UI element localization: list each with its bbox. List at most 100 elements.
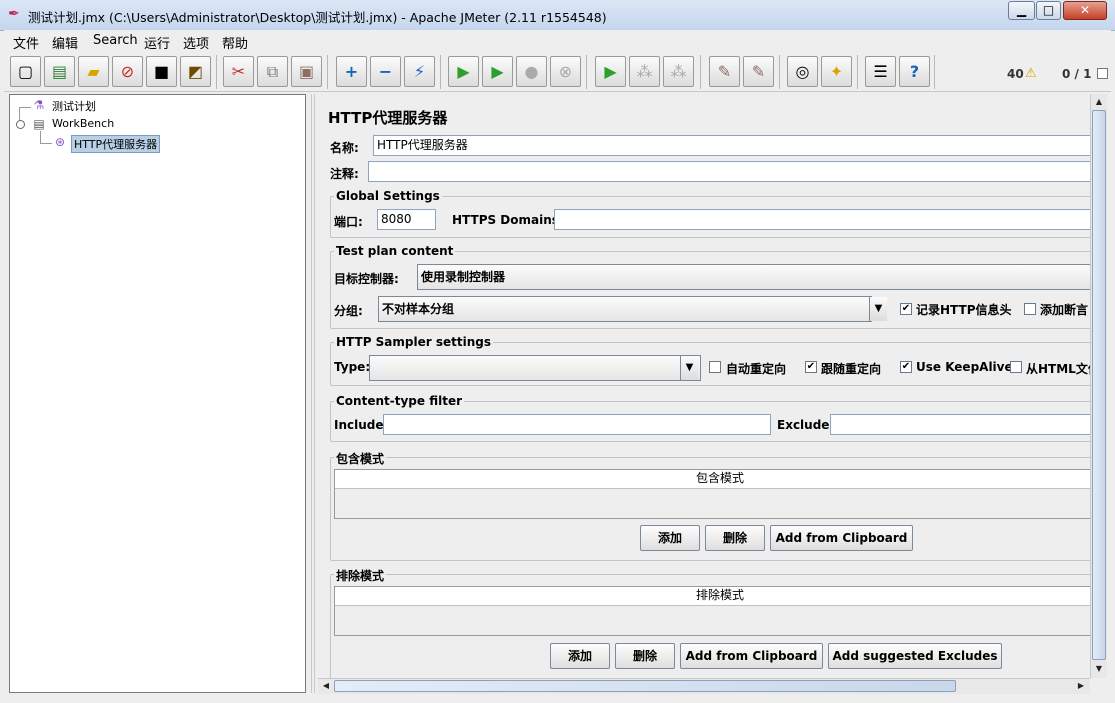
chevron-down-icon[interactable]: ▼ <box>869 297 887 321</box>
page-title: HTTP代理服务器 <box>328 109 448 127</box>
remote-stop-icon[interactable]: ⁂ <box>629 56 660 87</box>
menu-edit[interactable]: 编辑 <box>52 33 78 52</box>
menu-bar: 文件 编辑 Search 运行 选项 帮助 <box>4 30 1111 52</box>
port-field[interactable]: 8080 <box>377 209 436 230</box>
content-type-filter-title: Content-type filter <box>334 394 464 408</box>
include-patterns-table[interactable]: 包含模式 <box>334 469 1090 519</box>
open-icon[interactable]: ▰ <box>78 56 109 87</box>
tree-item-workbench[interactable]: WorkBench <box>52 117 114 130</box>
https-domains-label: HTTPS Domains : <box>452 213 568 227</box>
warning-count[interactable]: 40 <box>1007 67 1024 81</box>
scroll-left-icon[interactable]: ◀ <box>319 679 333 693</box>
keepalive-label: Use KeepAlive <box>916 360 1013 374</box>
follow-redirects-checkbox[interactable]: ✔ <box>805 361 817 373</box>
copy-icon[interactable]: ⧉ <box>257 56 288 87</box>
toolbar-separator <box>700 55 701 89</box>
toolbar-separator <box>779 55 780 89</box>
shutdown-icon[interactable]: ⊗ <box>550 56 581 87</box>
paste-icon[interactable]: ▣ <box>291 56 322 87</box>
include-clipboard-button[interactable]: Add from Clipboard <box>770 525 913 551</box>
templates-icon[interactable]: ▤ <box>44 56 75 87</box>
name-field[interactable]: HTTP代理服务器 <box>373 135 1090 156</box>
from-html-checkbox[interactable] <box>1010 361 1022 373</box>
scroll-up-icon[interactable]: ▲ <box>1092 95 1106 109</box>
comment-field[interactable] <box>368 161 1090 182</box>
cut-icon[interactable]: ✂ <box>223 56 254 87</box>
exclude-add-button[interactable]: 添加 <box>550 643 610 669</box>
scroll-down-icon[interactable]: ▼ <box>1092 662 1106 676</box>
horizontal-scroll-thumb[interactable] <box>334 680 956 692</box>
tree-toggle[interactable] <box>16 120 25 129</box>
tree-item-proxy-server[interactable]: HTTP代理服务器 <box>71 135 161 153</box>
search-icon[interactable]: ◎ <box>787 56 818 87</box>
toolbar-separator <box>586 55 587 89</box>
tree-item-test-plan[interactable]: 测试计划 <box>52 98 96 114</box>
target-controller-label: 目标控制器: <box>334 272 399 286</box>
expand-icon[interactable]: + <box>336 56 367 87</box>
exclude-patterns-column[interactable]: 排除模式 <box>335 587 1090 606</box>
vertical-scrollbar[interactable]: ▲ ▼ <box>1090 94 1107 678</box>
reset-search-icon[interactable]: ✦ <box>821 56 852 87</box>
toolbar-separator <box>327 55 328 89</box>
chevron-down-icon[interactable]: ▼ <box>680 356 698 380</box>
include-patterns-column[interactable]: 包含模式 <box>335 470 1090 489</box>
remote-shutdown-icon[interactable]: ⁂ <box>663 56 694 87</box>
target-controller-select[interactable]: 使用录制控制器 <box>417 264 1090 290</box>
add-assertions-label: 添加断言 <box>1040 303 1089 317</box>
horizontal-scrollbar[interactable]: ◀ ▶ <box>318 678 1090 694</box>
scroll-right-icon[interactable]: ▶ <box>1074 679 1088 693</box>
remote-start-icon[interactable]: ▶ <box>595 56 626 87</box>
include-field[interactable] <box>383 414 771 435</box>
maximize-button[interactable]: □ <box>1036 1 1061 20</box>
proxy-settings-panel: HTTP代理服务器 名称: HTTP代理服务器 注释: Global Setti… <box>318 94 1090 678</box>
toolbar-separator <box>216 55 217 89</box>
minimize-button[interactable]: ▁ <box>1008 1 1035 20</box>
toolbar-separator <box>857 55 858 89</box>
exclude-field[interactable] <box>830 414 1090 435</box>
include-add-button[interactable]: 添加 <box>640 525 700 551</box>
record-headers-label: 记录HTTP信息头 <box>916 303 1012 317</box>
menu-search[interactable]: Search <box>93 33 138 48</box>
exclude-patterns-table[interactable]: 排除模式 <box>334 586 1090 636</box>
help-icon[interactable]: ? <box>899 56 930 87</box>
menu-help[interactable]: 帮助 <box>222 33 248 52</box>
exclude-delete-button[interactable]: 删除 <box>615 643 675 669</box>
close-button[interactable]: ✕ <box>1063 1 1107 20</box>
include-delete-button[interactable]: 删除 <box>705 525 765 551</box>
start-no-pause-icon[interactable]: ▶ <box>482 56 513 87</box>
status-indicator <box>1097 68 1108 79</box>
close-file-icon[interactable]: ⊘ <box>112 56 143 87</box>
save-as-image-icon[interactable]: ◩ <box>180 56 211 87</box>
splitter[interactable] <box>310 94 316 693</box>
warning-icon[interactable]: ⚠ <box>1025 66 1037 81</box>
vertical-scroll-thumb[interactable] <box>1092 110 1106 660</box>
menu-options[interactable]: 选项 <box>183 33 209 52</box>
record-headers-checkbox[interactable]: ✔ <box>900 303 912 315</box>
clear-icon[interactable]: ✎ <box>709 56 740 87</box>
follow-redirects-label: 跟随重定向 <box>821 362 882 376</box>
collapse-icon[interactable]: − <box>370 56 401 87</box>
port-label: 端口: <box>334 215 363 229</box>
https-domains-field[interactable] <box>554 209 1090 230</box>
exclude-clipboard-button[interactable]: Add from Clipboard <box>680 643 823 669</box>
test-tree[interactable]: ⚗ 测试计划 ▤ WorkBench ⊛ HTTP代理服务器 <box>9 94 306 693</box>
tree-line <box>19 107 31 108</box>
auto-redirect-checkbox[interactable] <box>709 361 721 373</box>
toggle-icon[interactable]: ⚡ <box>404 56 435 87</box>
add-suggested-excludes-button[interactable]: Add suggested Excludes <box>828 643 1002 669</box>
clear-all-icon[interactable]: ✎ <box>743 56 774 87</box>
workbench-icon: ▤ <box>33 117 45 131</box>
menu-file[interactable]: 文件 <box>13 33 39 52</box>
add-assertions-checkbox[interactable] <box>1024 303 1036 315</box>
new-icon[interactable]: ▢ <box>10 56 41 87</box>
keepalive-checkbox[interactable]: ✔ <box>900 361 912 373</box>
type-select[interactable] <box>369 355 701 381</box>
window-title: 测试计划.jmx (C:\Users\Administrator\Desktop… <box>28 10 607 25</box>
start-icon[interactable]: ▶ <box>448 56 479 87</box>
grouping-select[interactable]: 不对样本分组 <box>378 296 872 322</box>
function-helper-icon[interactable]: ☰ <box>865 56 896 87</box>
include-label: Include: <box>334 418 389 432</box>
menu-run[interactable]: 运行 <box>144 33 170 52</box>
stop-icon[interactable]: ● <box>516 56 547 87</box>
save-icon[interactable]: ■ <box>146 56 177 87</box>
